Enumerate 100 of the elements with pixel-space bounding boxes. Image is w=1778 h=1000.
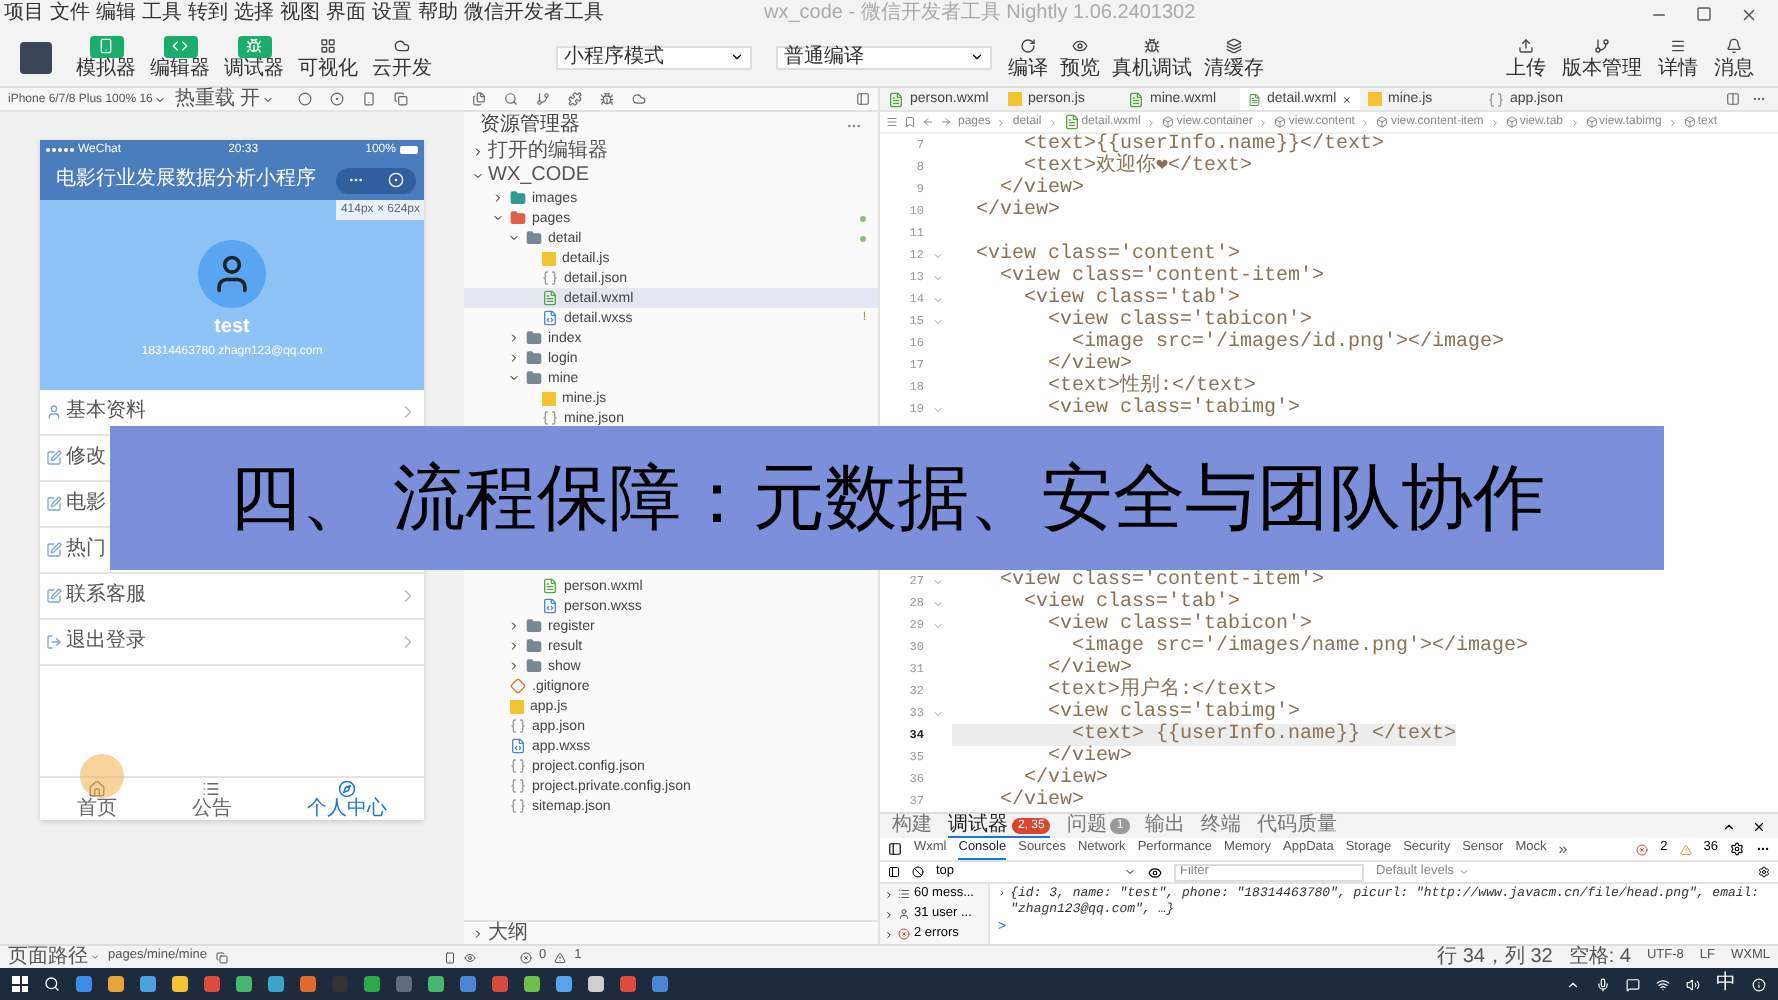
microphone-icon[interactable]: [1596, 977, 1610, 991]
capsule-button[interactable]: [336, 167, 416, 193]
compass-icon: [337, 779, 356, 797]
close-icon[interactable]: [1752, 819, 1766, 833]
caret-icon: [154, 93, 167, 105]
logout-icon: [46, 634, 62, 650]
panel-tab[interactable]: 代码质量: [1257, 814, 1338, 838]
profile-menu-item[interactable]: 基本资料: [66, 402, 146, 422]
element-icon: [1162, 116, 1175, 128]
profile-menu-item[interactable]: 退出登录: [66, 632, 146, 652]
more-icon[interactable]: [1756, 842, 1770, 856]
bug-icon[interactable]: [600, 92, 614, 106]
copy-icon[interactable]: [215, 951, 227, 963]
phone-icon[interactable]: [443, 951, 455, 963]
toolbar-button[interactable]: 预览: [1056, 35, 1104, 79]
menu-item[interactable]: 工具: [142, 4, 182, 24]
wifi-icon[interactable]: [1656, 977, 1670, 991]
panel-icon[interactable]: [856, 92, 870, 106]
info-icon[interactable]: [1752, 977, 1766, 991]
menu-item[interactable]: 界面: [326, 4, 366, 24]
menu-item[interactable]: 文件: [50, 4, 90, 24]
panel-tab[interactable]: 构建: [892, 814, 932, 838]
split-icon[interactable]: [1726, 92, 1740, 106]
input-method-label[interactable]: 中: [1716, 974, 1736, 994]
circle-icon[interactable]: [298, 92, 313, 106]
panel-tab[interactable]: 终端: [1201, 814, 1242, 838]
sidebar-icon[interactable]: [888, 866, 900, 878]
tab-bar-item[interactable]: 个人中心: [306, 779, 387, 819]
clear-icon[interactable]: [912, 866, 924, 878]
bookmark-icon[interactable]: [904, 116, 916, 128]
menu-item[interactable]: 编辑: [96, 4, 136, 24]
cloud-icon[interactable]: [632, 92, 646, 106]
tree-section-header[interactable]: WX_CODE: [464, 164, 878, 188]
hot-reload-select[interactable]: 热重载 开: [174, 89, 275, 109]
menu-item[interactable]: 帮助: [418, 4, 458, 24]
phone-icon[interactable]: [362, 92, 377, 106]
tab-bar-item[interactable]: 首页: [77, 779, 118, 819]
forward-icon[interactable]: [940, 116, 952, 128]
toolbar-button[interactable]: 编辑器: [146, 35, 214, 79]
chevron-icon: [472, 927, 484, 939]
menu-item[interactable]: 选择: [234, 4, 274, 24]
toolbar-button[interactable]: 调试器: [220, 35, 288, 79]
menu-item[interactable]: 转到: [188, 4, 228, 24]
message-icon[interactable]: [1626, 977, 1640, 991]
js-file-icon: [510, 699, 524, 713]
profile-menu-item[interactable]: 联系客服: [66, 586, 146, 606]
record-icon[interactable]: [330, 92, 345, 106]
inspect-icon[interactable]: [888, 842, 902, 856]
menu-item[interactable]: 微信开发者工具: [464, 4, 604, 24]
toolbar-button[interactable]: 清缓存: [1200, 35, 1268, 79]
toolbar-button[interactable]: 消息: [1710, 35, 1758, 79]
js-file-icon: [542, 391, 556, 405]
back-icon[interactable]: [922, 116, 934, 128]
menu-item[interactable]: 设置: [372, 4, 412, 24]
braces-icon: [542, 410, 558, 426]
branch-icon[interactable]: [536, 92, 550, 106]
copy-icon[interactable]: [394, 92, 409, 106]
close-icon[interactable]: [1342, 93, 1352, 105]
toolbar-button[interactable]: 详情: [1654, 35, 1702, 79]
more-tabs[interactable]: »: [1558, 841, 1568, 857]
close-icon[interactable]: [1740, 5, 1758, 23]
toolbar-button[interactable]: 云开发: [368, 35, 436, 79]
menu-icon[interactable]: [886, 116, 898, 128]
start-icon[interactable]: [12, 976, 28, 992]
toolbar-button[interactable]: 版本管理: [1558, 35, 1646, 79]
menu-item[interactable]: 视图: [280, 4, 320, 24]
toolbar-button[interactable]: 编译: [1004, 35, 1052, 79]
menu-item[interactable]: 项目: [4, 4, 44, 24]
code-text: <view class='tab'>: [1022, 592, 1241, 614]
extensions-icon[interactable]: [568, 92, 582, 106]
toolbar-button[interactable]: 可视化: [294, 35, 362, 79]
edit-icon: [46, 542, 62, 558]
profile-menu-item[interactable]: 热门: [66, 540, 106, 560]
tree-section-header[interactable]: 打开的编辑器: [464, 140, 878, 164]
profile-menu-item[interactable]: 修改: [66, 448, 106, 468]
avatar-icon: [198, 240, 266, 308]
tab-bar-item[interactable]: 公告: [191, 779, 232, 819]
panel-tab[interactable]: 输出: [1145, 814, 1186, 838]
files-icon[interactable]: [472, 92, 486, 106]
toolbar-button[interactable]: 真机调试: [1108, 35, 1196, 79]
close-target-icon: [388, 172, 404, 188]
settings-icon[interactable]: [1730, 842, 1744, 856]
collapse-icon[interactable]: [1722, 819, 1736, 833]
toolbar-button[interactable]: 模拟器: [72, 35, 140, 79]
maximize-icon[interactable]: [1696, 6, 1712, 22]
speaker-icon[interactable]: [1686, 977, 1700, 991]
error-icon: [898, 928, 910, 940]
element-icon: [1585, 116, 1597, 128]
eye-icon[interactable]: [1148, 865, 1162, 879]
expand-icon[interactable]: [998, 888, 1007, 898]
profile-menu-item[interactable]: 电影: [66, 494, 106, 514]
page-path-select[interactable]: 页面路径: [8, 947, 100, 967]
caret-icon: [1124, 866, 1136, 878]
list-icon: [202, 779, 221, 797]
compile-select[interactable]: 普通编译: [776, 45, 992, 69]
toolbar-button[interactable]: 上传: [1502, 35, 1550, 79]
document-icon: [542, 578, 558, 594]
settings-icon[interactable]: [1758, 866, 1770, 878]
user-icon: [46, 404, 62, 420]
mode-select[interactable]: 小程序模式: [556, 45, 752, 69]
